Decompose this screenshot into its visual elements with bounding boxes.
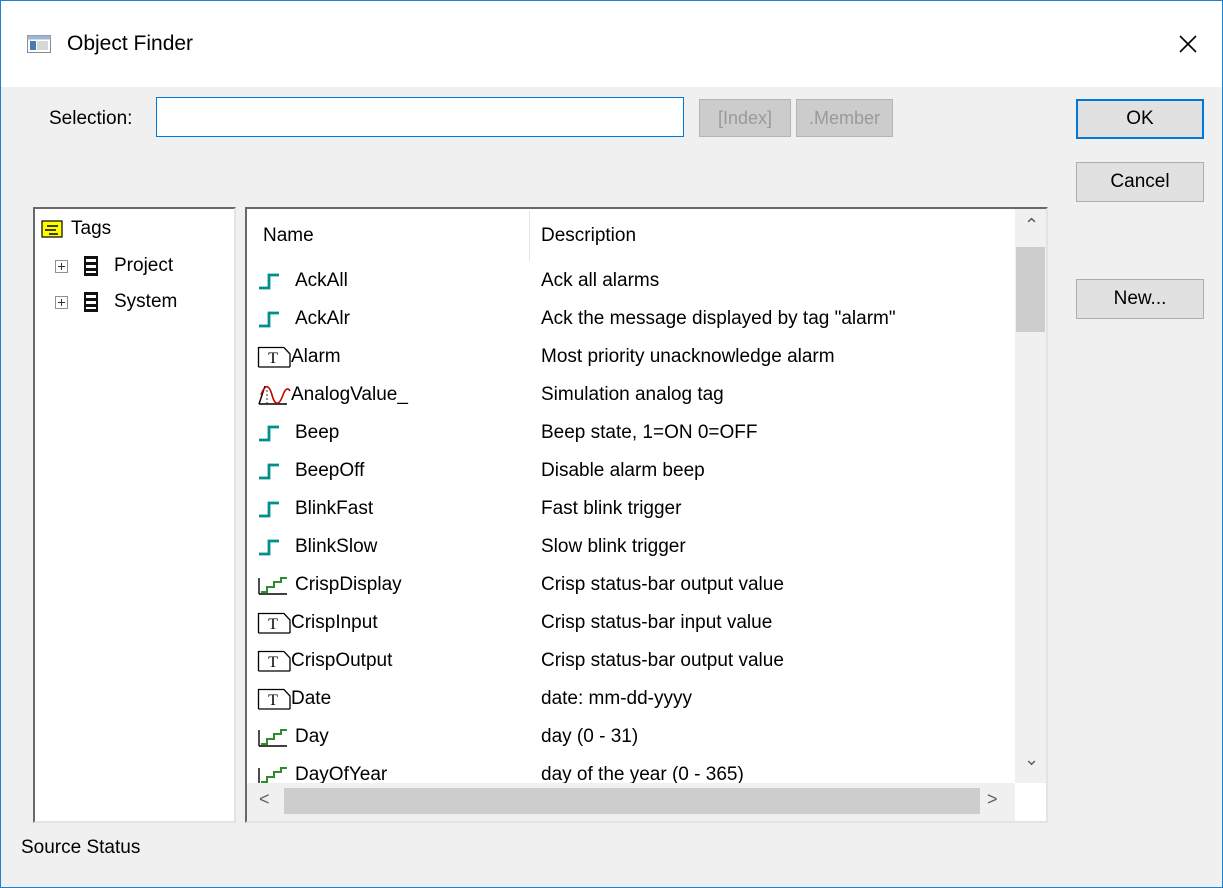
table-row[interactable]: T CrispOutput Crisp status-bar output valu… — [247, 641, 1017, 679]
member-button[interactable]: .Member — [796, 99, 893, 137]
tag-list[interactable]: Name Description AckAll Ack all alarms Ack… — [245, 207, 1048, 823]
table-row[interactable]: BlinkFast Fast blink trigger — [247, 489, 1017, 527]
table-row[interactable]: T Alarm Most priority unacknowledge alarm — [247, 337, 1017, 375]
integer-tag-icon — [257, 726, 293, 748]
scroll-up-icon[interactable]: ⌃ — [1024, 215, 1039, 236]
tag-description: Ack the message displayed by tag "alarm" — [541, 308, 896, 329]
tag-name: BlinkSlow — [295, 536, 378, 557]
tag-description: date: mm-dd-yyyy — [541, 688, 692, 709]
table-row[interactable]: Beep Beep state, 1=ON 0=OFF — [247, 413, 1017, 451]
scroll-left-icon[interactable]: < — [259, 789, 270, 810]
tag-name: AnalogValue_ — [291, 384, 408, 405]
ok-button[interactable]: OK — [1076, 99, 1204, 139]
digital-tag-icon — [257, 498, 293, 520]
digital-tag-icon — [257, 422, 293, 444]
tag-description: Beep state, 1=ON 0=OFF — [541, 422, 758, 443]
tag-name: Beep — [295, 422, 340, 443]
close-icon[interactable] — [1171, 27, 1205, 61]
tree-item-label: System — [114, 291, 178, 312]
tree-item-system[interactable]: System — [55, 291, 177, 313]
expand-icon[interactable] — [55, 295, 68, 309]
vertical-scroll-thumb[interactable] — [1016, 247, 1045, 332]
tag-description: Simulation analog tag — [541, 384, 724, 405]
column-header-description[interactable]: Description — [541, 225, 636, 247]
tag-description: Most priority unacknowledge alarm — [541, 346, 835, 367]
table-row[interactable]: AckAll Ack all alarms — [247, 261, 1017, 299]
digital-tag-icon — [257, 308, 293, 330]
object-finder-dialog: Object Finder Selection: [Index] .Member… — [0, 0, 1223, 888]
tag-description: day (0 - 31) — [541, 726, 639, 747]
tag-name: Alarm — [291, 346, 341, 367]
svg-text:T: T — [268, 616, 278, 633]
tree-item-tags[interactable]: Tags — [41, 218, 111, 240]
table-row[interactable]: AckAlr Ack the message displayed by tag "… — [247, 299, 1017, 337]
tag-name: AckAll — [295, 270, 348, 291]
digital-tag-icon — [257, 536, 293, 558]
device-icon — [84, 256, 98, 276]
svg-text:T: T — [268, 350, 278, 367]
tag-name: CrispDisplay — [295, 574, 402, 595]
window-title: Object Finder — [67, 32, 194, 55]
analog-tag-icon — [257, 384, 293, 406]
svg-text:T: T — [268, 654, 278, 671]
tag-description: Crisp status-bar output value — [541, 574, 784, 595]
text-tag-icon: T — [257, 650, 293, 672]
tag-name: Day — [295, 726, 329, 747]
column-header-name[interactable]: Name — [263, 225, 314, 247]
expand-icon[interactable] — [55, 259, 68, 273]
tag-name: BeepOff — [295, 460, 365, 481]
tag-description: Ack all alarms — [541, 270, 660, 291]
table-row[interactable]: BeepOff Disable alarm beep — [247, 451, 1017, 489]
app-window-icon — [27, 35, 51, 53]
index-button[interactable]: [Index] — [699, 99, 791, 137]
integer-tag-icon — [257, 574, 293, 596]
tree-item-project[interactable]: Project — [55, 255, 173, 277]
tag-description: Fast blink trigger — [541, 498, 682, 519]
tags-folder-icon — [41, 220, 63, 238]
new-button[interactable]: New... — [1076, 279, 1204, 319]
horizontal-scroll-thumb[interactable] — [284, 788, 980, 814]
tag-description: Crisp status-bar output value — [541, 650, 784, 671]
tag-description: Crisp status-bar input value — [541, 612, 773, 633]
tree-item-label: Project — [114, 255, 174, 276]
selection-input[interactable] — [156, 97, 684, 137]
table-row[interactable]: Day day (0 - 31) — [247, 717, 1017, 755]
text-tag-icon: T — [257, 346, 293, 368]
text-tag-icon: T — [257, 688, 293, 710]
table-row[interactable]: T Date date: mm-dd-yyyy — [247, 679, 1017, 717]
tag-tree[interactable]: Tags Project System — [33, 207, 236, 823]
tag-name: CrispInput — [291, 612, 378, 633]
table-row[interactable]: AnalogValue_ Simulation analog tag — [247, 375, 1017, 413]
table-row[interactable]: T CrispInput Crisp status-bar input value — [247, 603, 1017, 641]
table-row[interactable]: BlinkSlow Slow blink trigger — [247, 527, 1017, 565]
source-status: Source Status — [21, 837, 141, 858]
tag-name: CrispOutput — [291, 650, 393, 671]
device-icon — [84, 292, 98, 312]
selection-label: Selection: — [49, 108, 133, 129]
column-divider[interactable] — [529, 211, 530, 261]
title-bar: Object Finder — [1, 1, 1222, 87]
table-row[interactable]: CrispDisplay Crisp status-bar output valu… — [247, 565, 1017, 603]
tag-name: AckAlr — [295, 308, 350, 329]
tag-description: Disable alarm beep — [541, 460, 705, 481]
digital-tag-icon — [257, 460, 293, 482]
cancel-button[interactable]: Cancel — [1076, 162, 1204, 202]
tree-item-label: Tags — [71, 218, 112, 239]
tag-name: Date — [291, 688, 332, 709]
tag-name: BlinkFast — [295, 498, 374, 519]
svg-text:T: T — [268, 692, 278, 709]
digital-tag-icon — [257, 270, 293, 292]
tag-description: Slow blink trigger — [541, 536, 686, 557]
scroll-right-icon[interactable]: > — [987, 789, 998, 810]
scroll-down-icon[interactable]: ⌄ — [1024, 749, 1039, 770]
text-tag-icon: T — [257, 612, 293, 634]
